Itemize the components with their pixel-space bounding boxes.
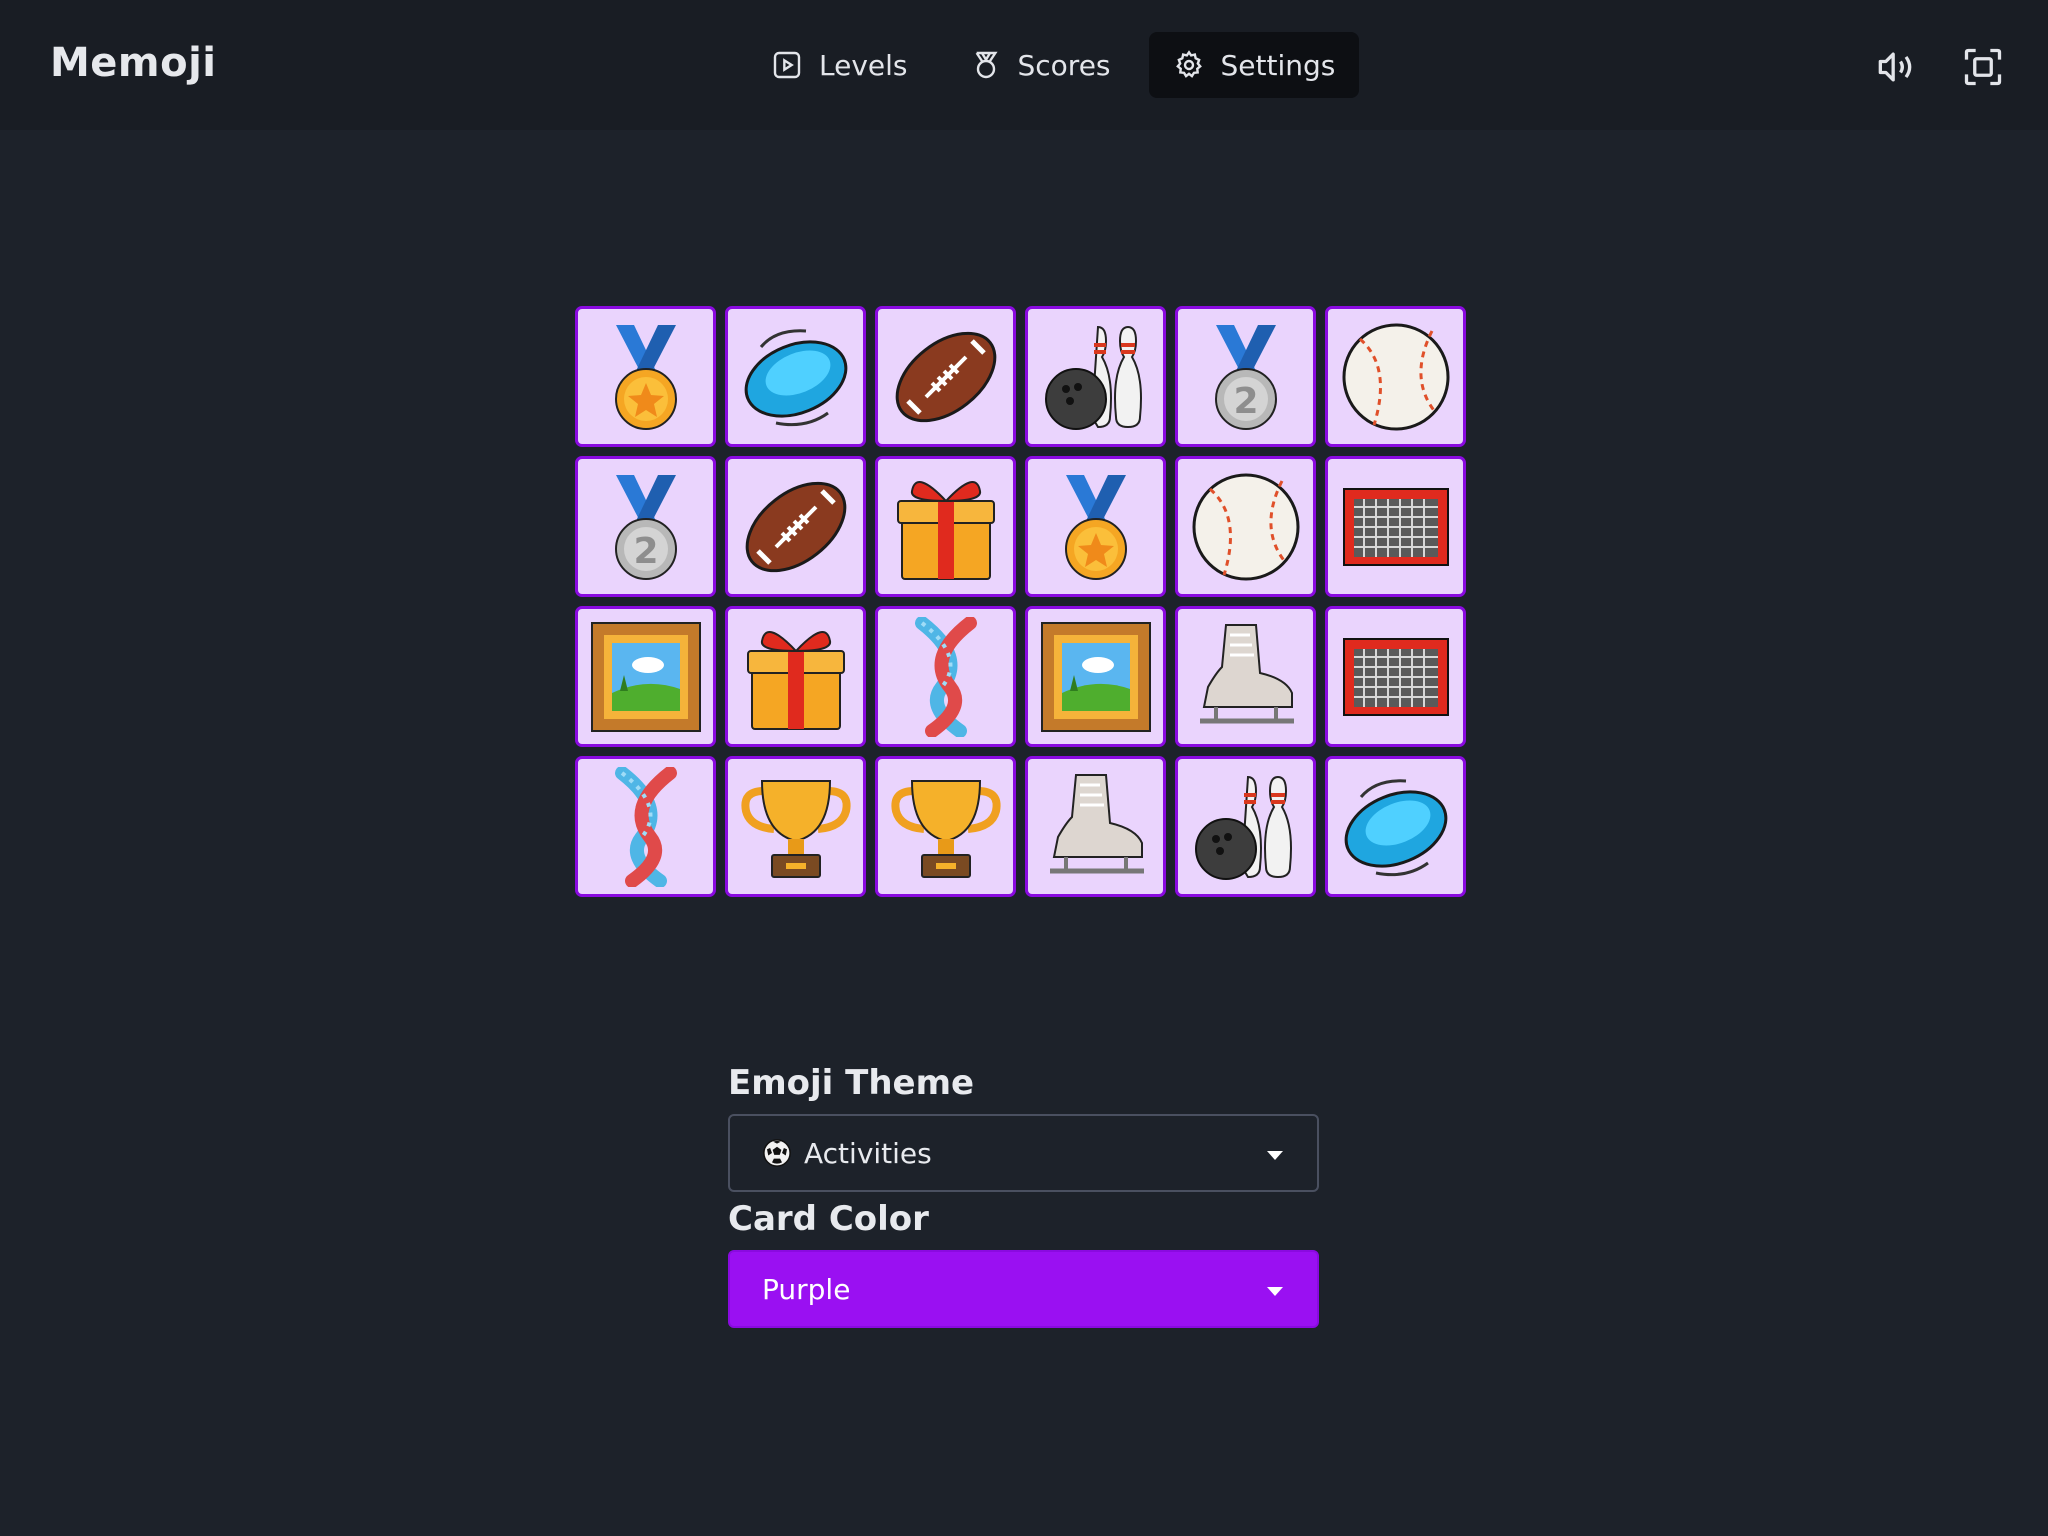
memory-card[interactable] [1325, 756, 1466, 897]
knot-icon [886, 617, 1006, 737]
memory-card[interactable] [875, 756, 1016, 897]
memory-card[interactable] [1025, 606, 1166, 747]
gear-icon [1175, 50, 1202, 78]
card-color-label: Card Color [728, 1199, 929, 1239]
medal-gold-icon [1036, 467, 1156, 587]
gift-icon [736, 617, 856, 737]
memory-card[interactable] [1325, 606, 1466, 747]
memory-card[interactable] [1025, 756, 1166, 897]
memory-card[interactable] [1025, 306, 1166, 447]
soccer-ball-icon [763, 1139, 791, 1167]
top-bar: Memoji Levels Scores Settings [0, 0, 2048, 130]
baseball-icon [1336, 317, 1456, 437]
medal-gold-icon [586, 317, 706, 437]
play-square-icon [773, 51, 801, 79]
fullscreen-icon [1964, 48, 2002, 86]
memory-card[interactable] [1175, 606, 1316, 747]
emoji-theme-select[interactable]: Activities [728, 1114, 1319, 1192]
memory-card[interactable] [725, 606, 866, 747]
memory-card[interactable] [1175, 456, 1316, 597]
medal-silver-icon [1186, 317, 1306, 437]
memory-card[interactable] [1175, 306, 1316, 447]
memory-card[interactable] [1025, 456, 1166, 597]
frisbee-icon [1336, 767, 1456, 887]
nav-settings-label: Settings [1220, 48, 1336, 82]
main-nav: Levels Scores Settings [747, 32, 1360, 98]
trophy-icon [886, 767, 1006, 887]
card-color-value: Purple [762, 1272, 851, 1306]
ice-skate-icon [1186, 617, 1306, 737]
knot-icon [586, 767, 706, 887]
memory-card[interactable] [725, 456, 866, 597]
memory-card[interactable] [725, 306, 866, 447]
memory-card[interactable] [575, 756, 716, 897]
bowling-icon [1186, 767, 1306, 887]
fullscreen-button[interactable] [1959, 45, 2007, 89]
nav-scores[interactable]: Scores [946, 32, 1135, 98]
emoji-theme-value: Activities [804, 1136, 932, 1170]
memory-card[interactable] [1325, 456, 1466, 597]
memory-card[interactable] [575, 306, 716, 447]
nav-scores-label: Scores [1017, 48, 1111, 82]
memory-card[interactable] [875, 306, 1016, 447]
memory-card[interactable] [875, 456, 1016, 597]
frisbee-icon [736, 317, 856, 437]
card-board [575, 306, 1466, 897]
framed-picture-icon [586, 617, 706, 737]
chevron-down-icon [1267, 1287, 1283, 1296]
memory-card[interactable] [575, 456, 716, 597]
app-title[interactable]: Memoji [50, 40, 217, 86]
bowling-icon [1036, 317, 1156, 437]
framed-picture-icon [1036, 617, 1156, 737]
trophy-icon [736, 767, 856, 887]
speaker-volume-icon [1878, 52, 1912, 82]
goal-net-icon [1336, 617, 1456, 737]
memory-card[interactable] [725, 756, 866, 897]
football-icon [736, 467, 856, 587]
medal-silver-icon [586, 467, 706, 587]
memory-card[interactable] [1175, 756, 1316, 897]
goal-net-icon [1336, 467, 1456, 587]
memory-card[interactable] [575, 606, 716, 747]
ice-skate-icon [1036, 767, 1156, 887]
nav-settings[interactable]: Settings [1148, 32, 1360, 98]
chevron-down-icon [1267, 1151, 1283, 1160]
memory-card[interactable] [875, 606, 1016, 747]
sound-toggle-button[interactable] [1871, 45, 1919, 89]
memory-card[interactable] [1325, 306, 1466, 447]
nav-levels[interactable]: Levels [747, 32, 932, 98]
nav-levels-label: Levels [819, 48, 908, 82]
football-icon [886, 317, 1006, 437]
baseball-icon [1186, 467, 1306, 587]
gift-icon [886, 467, 1006, 587]
emoji-theme-label: Emoji Theme [728, 1063, 975, 1103]
card-color-select[interactable]: Purple [728, 1250, 1319, 1328]
award-medal-icon [975, 51, 998, 79]
